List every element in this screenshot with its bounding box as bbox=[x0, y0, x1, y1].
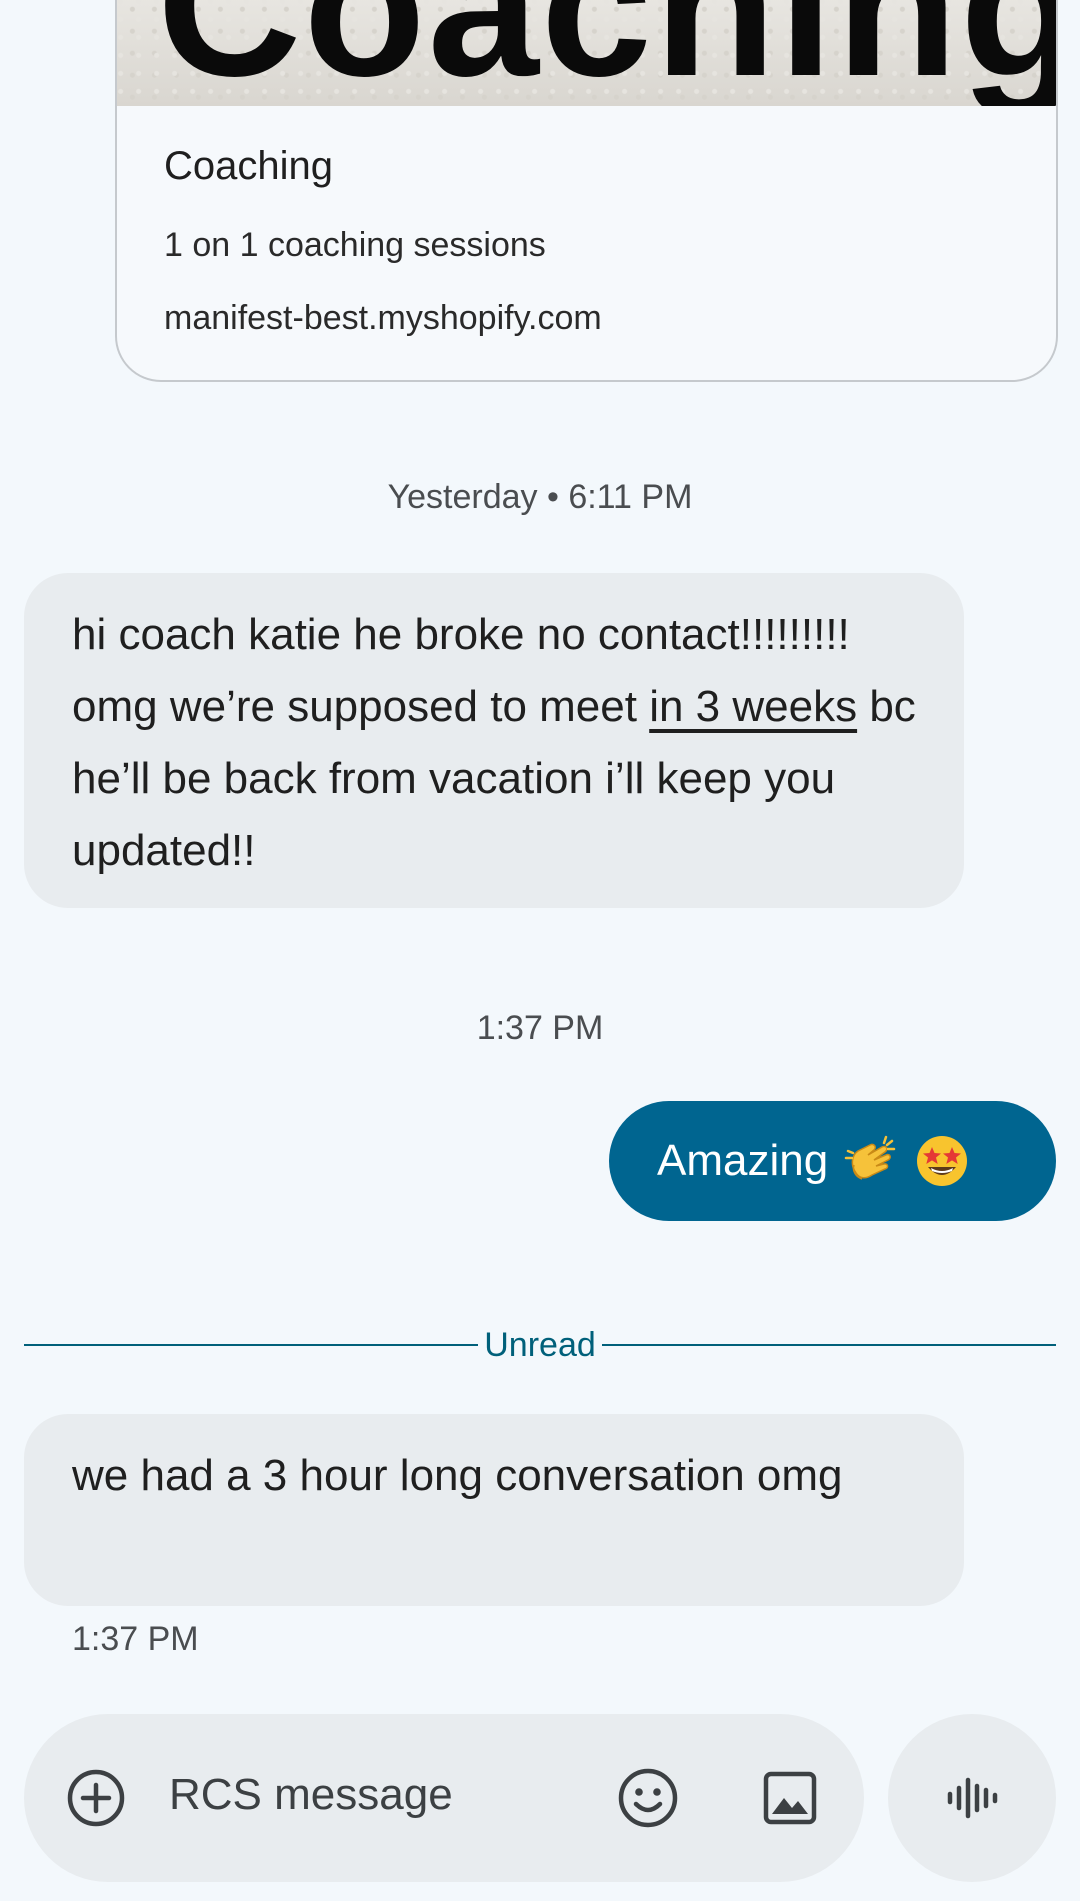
unread-label: Unread bbox=[484, 1325, 596, 1364]
star-struck-face-icon bbox=[917, 1136, 968, 1186]
message-input[interactable]: RCS message bbox=[169, 1770, 453, 1820]
conversation-screen: Coaching Coaching 1 on 1 coaching sessio… bbox=[0, 0, 1080, 1901]
link-preview-image-text: Coaching bbox=[157, 0, 1056, 106]
outgoing-message-bubble[interactable]: Amazing bbox=[609, 1101, 1056, 1221]
unread-divider: Unread bbox=[24, 1322, 1057, 1368]
divider-line bbox=[24, 1344, 479, 1346]
voice-icon bbox=[947, 1777, 998, 1819]
conversation-timestamp: 1:37 PM bbox=[476, 1009, 604, 1047]
date-link[interactable]: in 3 weeks bbox=[649, 682, 857, 731]
link-preview-card[interactable]: Coaching Coaching 1 on 1 coaching sessio… bbox=[115, 0, 1058, 382]
message-text: we had a 3 hour long conversation omg bbox=[72, 1451, 843, 1500]
incoming-message-bubble[interactable]: we had a 3 hour long conversation omg bbox=[24, 1414, 964, 1606]
add-icon[interactable] bbox=[66, 1768, 126, 1828]
gallery-icon[interactable] bbox=[760, 1768, 820, 1828]
link-preview-image: Coaching bbox=[117, 0, 1056, 106]
voice-message-button[interactable] bbox=[888, 1714, 1056, 1882]
incoming-message-bubble[interactable]: hi coach katie he broke no contact!!!!!!… bbox=[24, 573, 964, 908]
link-preview-title: Coaching bbox=[164, 144, 334, 188]
link-preview-domain: manifest-best.myshopify.com bbox=[164, 299, 602, 337]
clapping-hands-icon bbox=[844, 1135, 896, 1180]
compose-bar: RCS message bbox=[24, 1714, 864, 1882]
message-text: Amazing bbox=[657, 1136, 829, 1185]
link-preview-description: 1 on 1 coaching sessions bbox=[164, 226, 546, 264]
emoji-icon[interactable] bbox=[616, 1766, 680, 1830]
message-timestamp: 1:37 PM bbox=[72, 1620, 199, 1658]
divider-line bbox=[601, 1344, 1057, 1346]
conversation-timestamp: Yesterday • 6:11 PM bbox=[387, 478, 693, 516]
